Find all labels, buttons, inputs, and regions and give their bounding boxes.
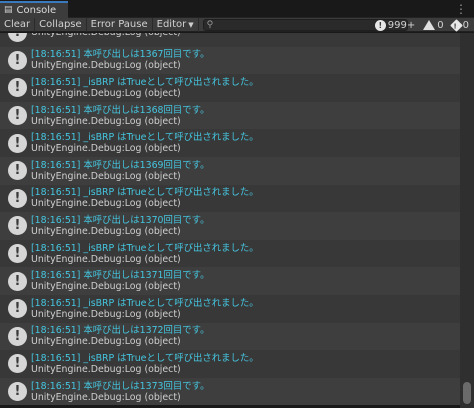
info-icon: ! (8, 50, 27, 70)
log-stacktrace: UnityEngine.Debug:Log (object) (31, 281, 181, 293)
log-stacktrace: UnityEngine.Debug:Log (object) (31, 363, 181, 375)
log-entry[interactable]: ! [18:16:51] _isBRP はTrueとして呼び出されました。 Unit… (0, 239, 460, 268)
log-entry-text: UnityEngine.Debug:Log (object) (31, 33, 181, 38)
log-entry[interactable]: ! [18:16:51] 本呼び出しは1372回目です。 UnityEngine.D… (0, 322, 460, 351)
info-icon: ! (8, 244, 27, 264)
log-message: [18:16:51] 本呼び出しは1371回目です。 (31, 270, 210, 282)
log-stacktrace: UnityEngine.Debug:Log (object) (31, 391, 181, 403)
log-message: [18:16:51] _isBRP はTrueとして呼び出されました。 (31, 187, 259, 199)
log-entry-text: [18:16:51] 本呼び出しは1370回目です。 UnityEngine.De… (31, 215, 209, 237)
collapse-button[interactable]: Collapse (35, 17, 87, 32)
info-icon: ! (8, 354, 27, 374)
editor-dropdown[interactable]: Editor ▼ (153, 17, 199, 32)
warning-icon (423, 20, 436, 30)
info-icon: ! (8, 188, 27, 208)
log-stacktrace: UnityEngine.Debug:Log (object) (31, 225, 181, 237)
log-entry[interactable]: ! [18:16:51] 本呼び出しは1370回目です。 UnityEngine.D… (0, 212, 460, 240)
info-icon: ! (8, 382, 27, 402)
info-icon: ! (8, 161, 27, 181)
log-entry-text: [18:16:51] 本呼び出しは1372回目です。 UnityEngine.De… (31, 325, 209, 347)
log-entry-text: [18:16:51] 本呼び出しは1371回目です。 UnityEngine.De… (31, 270, 209, 292)
info-icon: ! (8, 326, 27, 346)
scrollbar-thumb[interactable] (463, 382, 471, 404)
warning-count: 0 (437, 19, 444, 31)
log-entry[interactable]: ! [18:16:51] _isBRP はTrueとして呼び出されました。 Unit… (0, 74, 460, 102)
log-stacktrace: UnityEngine.Debug:Log (object) (31, 253, 181, 265)
log-stacktrace: UnityEngine.Debug:Log (object) (31, 60, 181, 72)
log-entry[interactable]: ! [18:16:51] 本呼び出しは1369回目です。 UnityEngine.D… (0, 157, 460, 185)
chevron-down-icon: ▼ (188, 20, 194, 29)
info-icon: ! (374, 19, 386, 31)
error-count: 0 (462, 19, 469, 31)
log-message: [18:16:51] 本呼び出しは1372回目です。 (31, 325, 210, 337)
log-stacktrace: UnityEngine.Debug:Log (object) (31, 115, 181, 127)
console-toolbar: Clear Collapse Error Pause Editor ▼ ⚲ ! … (0, 17, 474, 32)
log-entry[interactable]: ! [18:16:51] _isBRP はTrueとして呼び出されました。 Unit… (0, 350, 460, 378)
log-entry-text: [18:16:51] _isBRP はTrueとして呼び出されました。 Unity… (31, 243, 259, 265)
log-message: [18:16:51] 本呼び出しは1370回目です。 (31, 214, 210, 226)
log-entry-text: [18:16:51] _isBRP はTrueとして呼び出されました。 Unity… (31, 187, 259, 209)
info-icon: ! (8, 216, 27, 236)
log-stacktrace: UnityEngine.Debug:Log (object) (31, 87, 181, 99)
console-log-list[interactable]: !UnityEngine.Debug:Log (object)![18:16:5… (0, 33, 460, 408)
log-message: [18:16:51] 本呼び出しは1367回目です。 (31, 49, 210, 61)
log-message: [18:16:51] _isBRP はTrueとして呼び出されました。 (31, 132, 259, 144)
log-stacktrace: UnityEngine.Debug:Log (object) (31, 198, 181, 210)
info-icon: ! (8, 271, 27, 291)
log-entry[interactable]: ! [18:16:51] 本呼び出しは1371回目です。 UnityEngine.D… (0, 267, 460, 295)
log-message: [18:16:51] _isBRP はTrueとして呼び出されました。 (31, 242, 259, 254)
info-icon: ! (8, 299, 27, 319)
log-entry-text: [18:16:51] 本呼び出しは1367回目です。 UnityEngine.De… (31, 49, 209, 71)
info-icon: ! (8, 106, 27, 126)
log-entry[interactable]: ! [18:16:51] 本呼び出しは1373回目です。 UnityEngine.D… (0, 377, 460, 406)
log-entry[interactable]: ! UnityEngine.Debug:Log (object) (0, 33, 460, 47)
log-message: [18:16:51] _isBRP はTrueとして呼び出されました。 (31, 76, 259, 88)
search-input[interactable] (213, 19, 394, 30)
tab-console[interactable]: ▤ Console (0, 1, 68, 18)
log-entry-text: [18:16:51] _isBRP はTrueとして呼び出されました。 Unity… (31, 77, 259, 99)
log-entry[interactable]: ! [18:16:51] 本呼び出しは1368回目です。 UnityEngine.D… (0, 101, 460, 130)
log-entry-text: [18:16:51] 本呼び出しは1368回目です。 UnityEngine.De… (31, 105, 209, 127)
log-entry[interactable]: ! [18:16:51] _isBRP はTrueとして呼び出されました。 Unit… (0, 129, 460, 157)
log-message: [18:16:51] 本呼び出しは1373回目です。 (31, 380, 210, 392)
error-pause-button[interactable]: Error Pause (87, 17, 153, 32)
log-entry-text: [18:16:51] 本呼び出しは1373回目です。 UnityEngine.De… (31, 381, 209, 403)
tab-label: Console (16, 5, 57, 16)
log-stacktrace: UnityEngine.Debug:Log (object) (31, 336, 181, 348)
log-entry-text: [18:16:51] 本呼び出しは1369回目です。 UnityEngine.De… (31, 160, 209, 182)
log-stacktrace: UnityEngine.Debug:Log (object) (31, 143, 181, 155)
clear-button[interactable]: Clear (0, 17, 36, 32)
search-icon: ⚲ (206, 19, 214, 30)
log-message: [18:16:51] 本呼び出しは1369回目です。 (31, 159, 210, 171)
log-entry-text: [18:16:51] _isBRP はTrueとして呼び出されました。 Unity… (31, 353, 259, 375)
info-icon: ! (8, 133, 27, 153)
tab-bar: ▤ Console ⋮ (0, 0, 474, 18)
error-toggle[interactable]: ! 0 (449, 18, 472, 32)
info-count: 999+ (387, 19, 416, 31)
log-counts: ! 999+ 0 ! 0 (372, 18, 474, 32)
log-entry[interactable]: ! [18:16:51] _isBRP はTrueとして呼び出されました。 Unit… (0, 295, 460, 323)
editor-label: Editor (156, 19, 187, 30)
log-entry-text: [18:16:51] _isBRP はTrueとして呼び出されました。 Unity… (31, 298, 259, 320)
log-stacktrace: UnityEngine.Debug:Log (object) (31, 170, 181, 182)
log-message: [18:16:51] _isBRP はTrueとして呼び出されました。 (31, 352, 259, 364)
info-icon: ! (8, 33, 27, 43)
log-stacktrace: UnityEngine.Debug:Log (object) (31, 308, 181, 320)
warning-toggle[interactable]: 0 (420, 20, 446, 31)
console-icon: ▤ (4, 5, 13, 15)
log-entry[interactable]: ! [18:16:51] _isBRP はTrueとして呼び出されました。 Unit… (0, 184, 460, 213)
info-toggle[interactable]: ! 999+ (372, 19, 418, 31)
log-message: [18:16:51] _isBRP はTrueとして呼び出されました。 (31, 297, 259, 309)
vertical-scrollbar[interactable] (460, 33, 474, 408)
info-icon: ! (8, 78, 27, 98)
more-options-icon[interactable]: ⋮ (455, 2, 467, 16)
log-entry-text: [18:16:51] _isBRP はTrueとして呼び出されました。 Unity… (31, 132, 259, 154)
log-stacktrace: UnityEngine.Debug:Log (object) (31, 33, 181, 38)
error-icon: ! (449, 18, 463, 32)
log-message: [18:16:51] 本呼び出しは1368回目です。 (31, 104, 210, 116)
log-entry[interactable]: ! [18:16:51] 本呼び出しは1367回目です。 UnityEngine.D… (0, 46, 460, 75)
